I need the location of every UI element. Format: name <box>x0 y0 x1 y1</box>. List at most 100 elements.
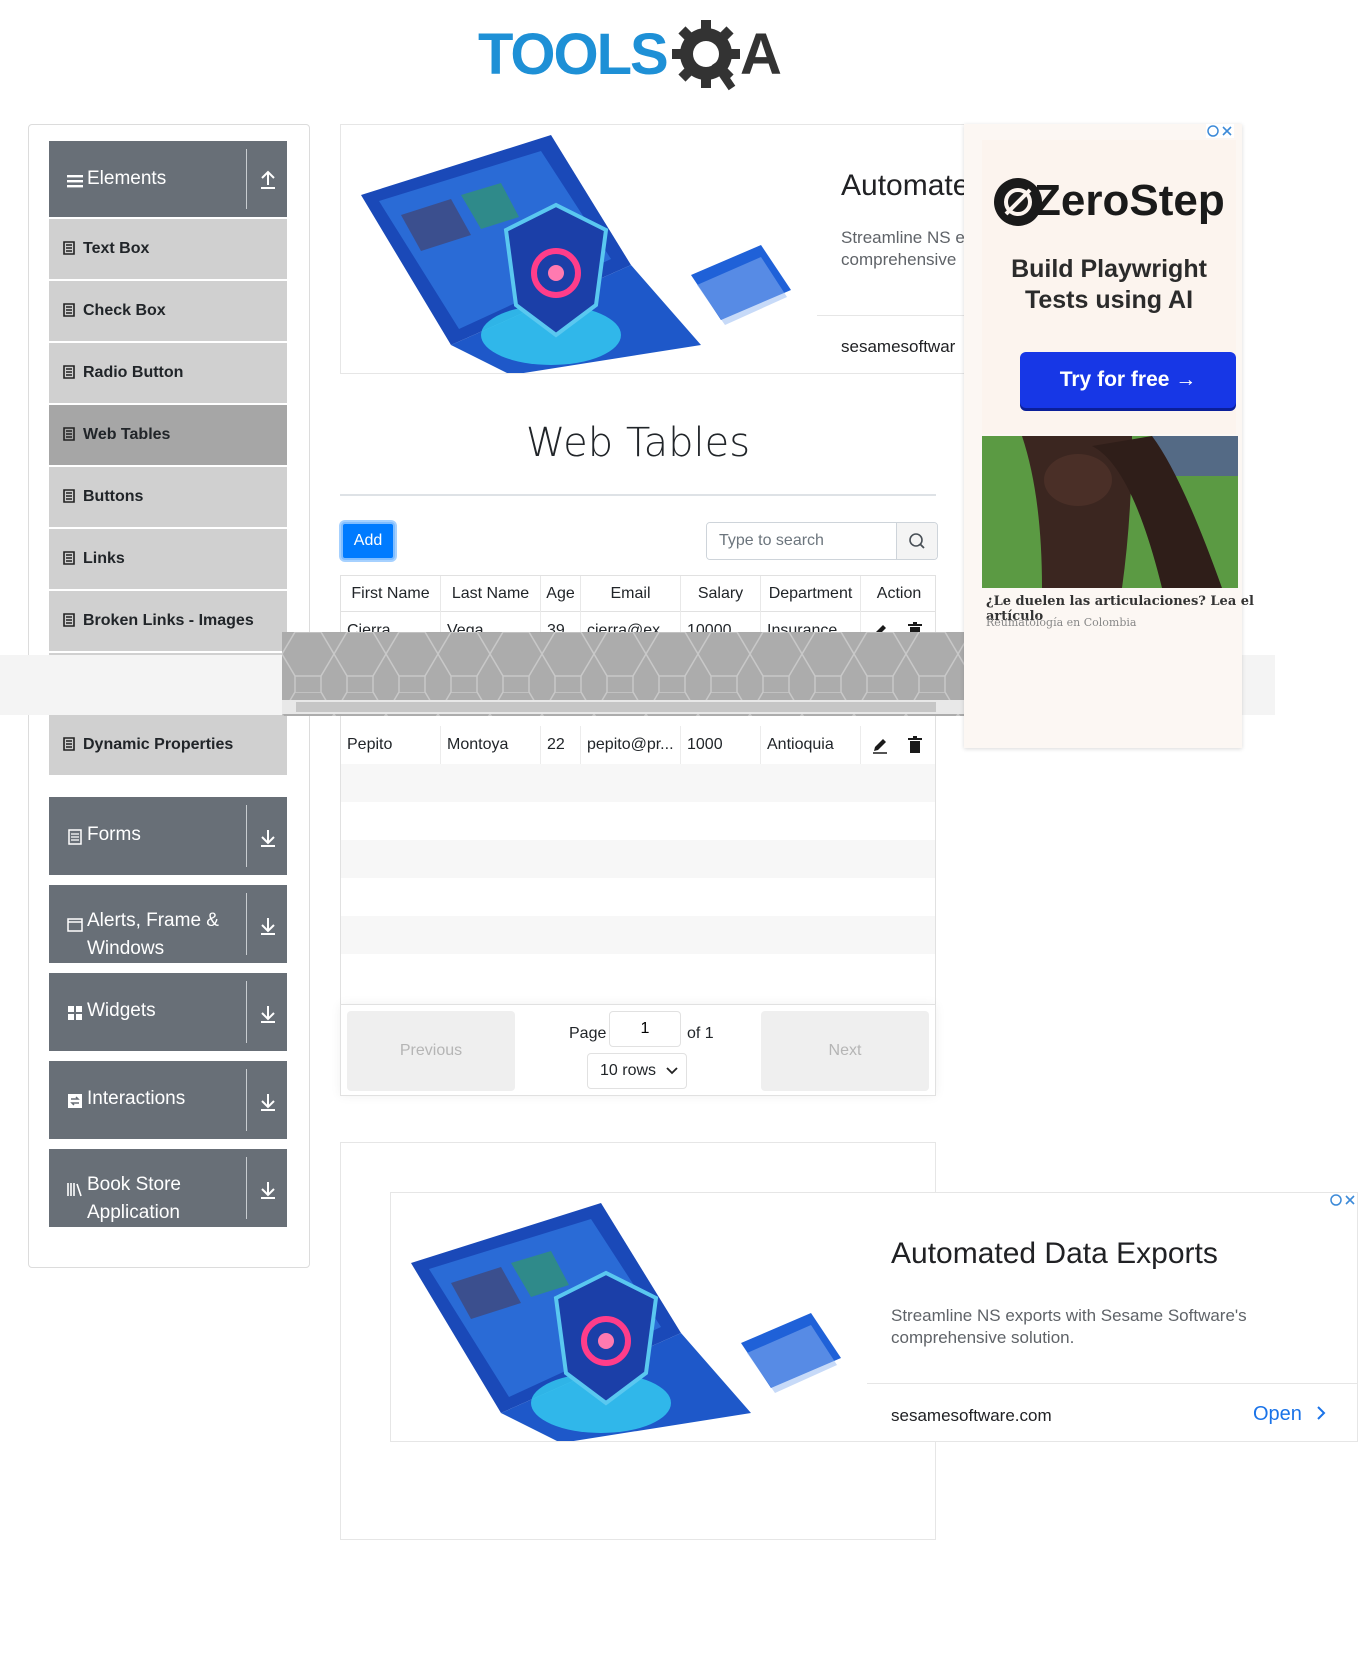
document-icon <box>63 303 75 317</box>
svg-text:A: A <box>740 22 782 87</box>
group-divider <box>246 149 247 209</box>
col-email[interactable]: Email <box>581 576 681 612</box>
cell-salary: 1000 <box>681 726 761 764</box>
top-ad-domain: sesamesoftwar <box>841 337 956 356</box>
col-salary[interactable]: Salary <box>681 576 761 612</box>
sidebar-item-radio-button[interactable]: Radio Button <box>49 341 287 403</box>
search-input[interactable] <box>707 523 897 559</box>
group-elements-label: Elements <box>87 168 167 189</box>
group-divider <box>246 981 247 1043</box>
sidebar-item-label: Text Box <box>83 240 150 257</box>
sidebar-item-web-tables[interactable]: Web Tables <box>49 403 287 465</box>
laptop-security-illustration <box>391 1193 867 1441</box>
knee-ad-source: Reumatología en Colombia <box>986 616 1137 629</box>
sidebar-item-label: Links <box>83 550 125 567</box>
rows-per-page-value: 10 rows <box>600 1062 657 1079</box>
top-ad-title: Automate <box>841 169 966 202</box>
sidebar-item-text-box[interactable]: Text Box <box>49 217 287 279</box>
bottom-ad-desc-line2: comprehensive solution. <box>891 1328 1075 1347</box>
group-book-store-label: Book Store Application <box>87 1174 181 1223</box>
interactions-icon <box>68 1094 82 1108</box>
document-icon <box>63 489 75 503</box>
document-icon <box>63 551 75 565</box>
col-department[interactable]: Department <box>761 576 861 612</box>
search-icon <box>909 533 925 549</box>
sidebar-item-label: Broken Links - Images <box>83 612 254 629</box>
bottom-ad-divider <box>867 1383 1357 1384</box>
page-total: of 1 <box>687 1025 714 1042</box>
group-interactions[interactable]: Interactions <box>49 1061 287 1139</box>
rows-per-page-select[interactable]: 10 rows <box>587 1053 687 1089</box>
group-book-store-application[interactable]: Book Store Application <box>49 1149 287 1227</box>
sidebar-item-label: Web Tables <box>83 426 171 443</box>
zerostep-headline-line1: Build Playwright <box>1011 255 1207 283</box>
adchoices-icon[interactable] <box>1206 124 1234 138</box>
upload-arrow-icon[interactable] <box>257 169 279 191</box>
open-label: Open <box>1253 1403 1302 1425</box>
knee-photo-art <box>982 436 1238 588</box>
sidebar-item-broken-links[interactable]: Broken Links - Images <box>49 589 287 651</box>
cell-first-name: Pepito <box>341 726 441 764</box>
form-icon <box>68 829 82 845</box>
zerostep-ad[interactable]: ZeroStep Build Playwright Tests using AI… <box>964 124 1254 748</box>
zerostep-headline: Build Playwright Tests using AI <box>982 254 1236 316</box>
add-button[interactable]: Add <box>341 522 395 560</box>
sidebar-item-label: Check Box <box>83 302 166 319</box>
books-icon <box>67 1183 82 1197</box>
top-ad-desc-line1: Streamline NS e <box>841 228 965 247</box>
group-divider <box>246 893 247 955</box>
group-divider <box>246 805 247 867</box>
group-widgets[interactable]: Widgets <box>49 973 287 1051</box>
search-button[interactable] <box>896 523 937 559</box>
horizontal-scrollbar[interactable] <box>282 700 984 714</box>
download-arrow-icon[interactable] <box>257 1179 279 1201</box>
try-for-free-button[interactable]: Try for free → <box>1020 352 1236 408</box>
bottom-ad-title: Automated Data Exports <box>891 1237 1218 1270</box>
group-alerts-frame-windows[interactable]: Alerts, Frame & Windows <box>49 885 287 963</box>
sidebar-item-dynamic-properties[interactable]: Dynamic Properties <box>49 713 287 775</box>
edit-icon[interactable] <box>871 736 889 754</box>
table-row <box>341 764 935 802</box>
page-title: Web Tables <box>525 420 751 466</box>
table-row <box>341 802 935 840</box>
table-row <box>341 878 935 916</box>
download-arrow-icon[interactable] <box>257 1003 279 1025</box>
page-number-input[interactable] <box>609 1011 681 1047</box>
sidebar-item-check-box[interactable]: Check Box <box>49 279 287 341</box>
group-forms[interactable]: Forms <box>49 797 287 875</box>
document-icon <box>63 365 75 379</box>
group-forms-label: Forms <box>87 824 141 845</box>
col-age[interactable]: Age <box>541 576 581 612</box>
toolsqa-logo[interactable]: TOOLS A <box>478 14 818 94</box>
search-box <box>706 522 938 560</box>
document-icon <box>63 613 75 627</box>
bottom-ad-domain: sesamesoftware.com <box>891 1406 1052 1425</box>
col-first-name[interactable]: First Name <box>341 576 441 612</box>
col-last-name[interactable]: Last Name <box>441 576 541 612</box>
download-arrow-icon[interactable] <box>257 827 279 849</box>
next-button[interactable]: Next <box>761 1011 929 1091</box>
cell-department: Antioquia <box>761 726 861 764</box>
group-elements[interactable]: Elements <box>49 141 287 217</box>
svg-text:TOOLS: TOOLS <box>478 22 667 87</box>
previous-button[interactable]: Previous <box>347 1011 515 1091</box>
cell-age: 22 <box>541 726 581 764</box>
scrollbar-thumb[interactable] <box>296 702 936 712</box>
sidebar-item-links[interactable]: Links <box>49 527 287 589</box>
knee-photo[interactable] <box>982 436 1238 588</box>
cell-last-name: Montoya <box>441 726 541 764</box>
download-arrow-icon[interactable] <box>257 915 279 937</box>
top-ad-banner[interactable]: Automate Streamline NS e comprehensive s… <box>340 124 966 374</box>
sidebar-item-buttons[interactable]: Buttons <box>49 465 287 527</box>
title-divider <box>340 494 936 496</box>
sidebar-item-label: Radio Button <box>83 364 184 381</box>
open-link[interactable]: Open <box>1253 1403 1328 1426</box>
bottom-ad-banner[interactable]: Automated Data Exports Streamline NS exp… <box>390 1192 1358 1442</box>
group-alerts-label: Alerts, Frame & Windows <box>87 910 219 959</box>
adchoices-icon[interactable] <box>1329 1193 1357 1207</box>
top-ad-desc-line2: comprehensive <box>841 250 957 269</box>
download-arrow-icon[interactable] <box>257 1091 279 1113</box>
cell-email: pepito@pr... <box>581 726 681 764</box>
pagination-bar: Previous Page of 1 10 rows Next <box>340 1004 936 1096</box>
delete-icon[interactable] <box>906 736 924 754</box>
